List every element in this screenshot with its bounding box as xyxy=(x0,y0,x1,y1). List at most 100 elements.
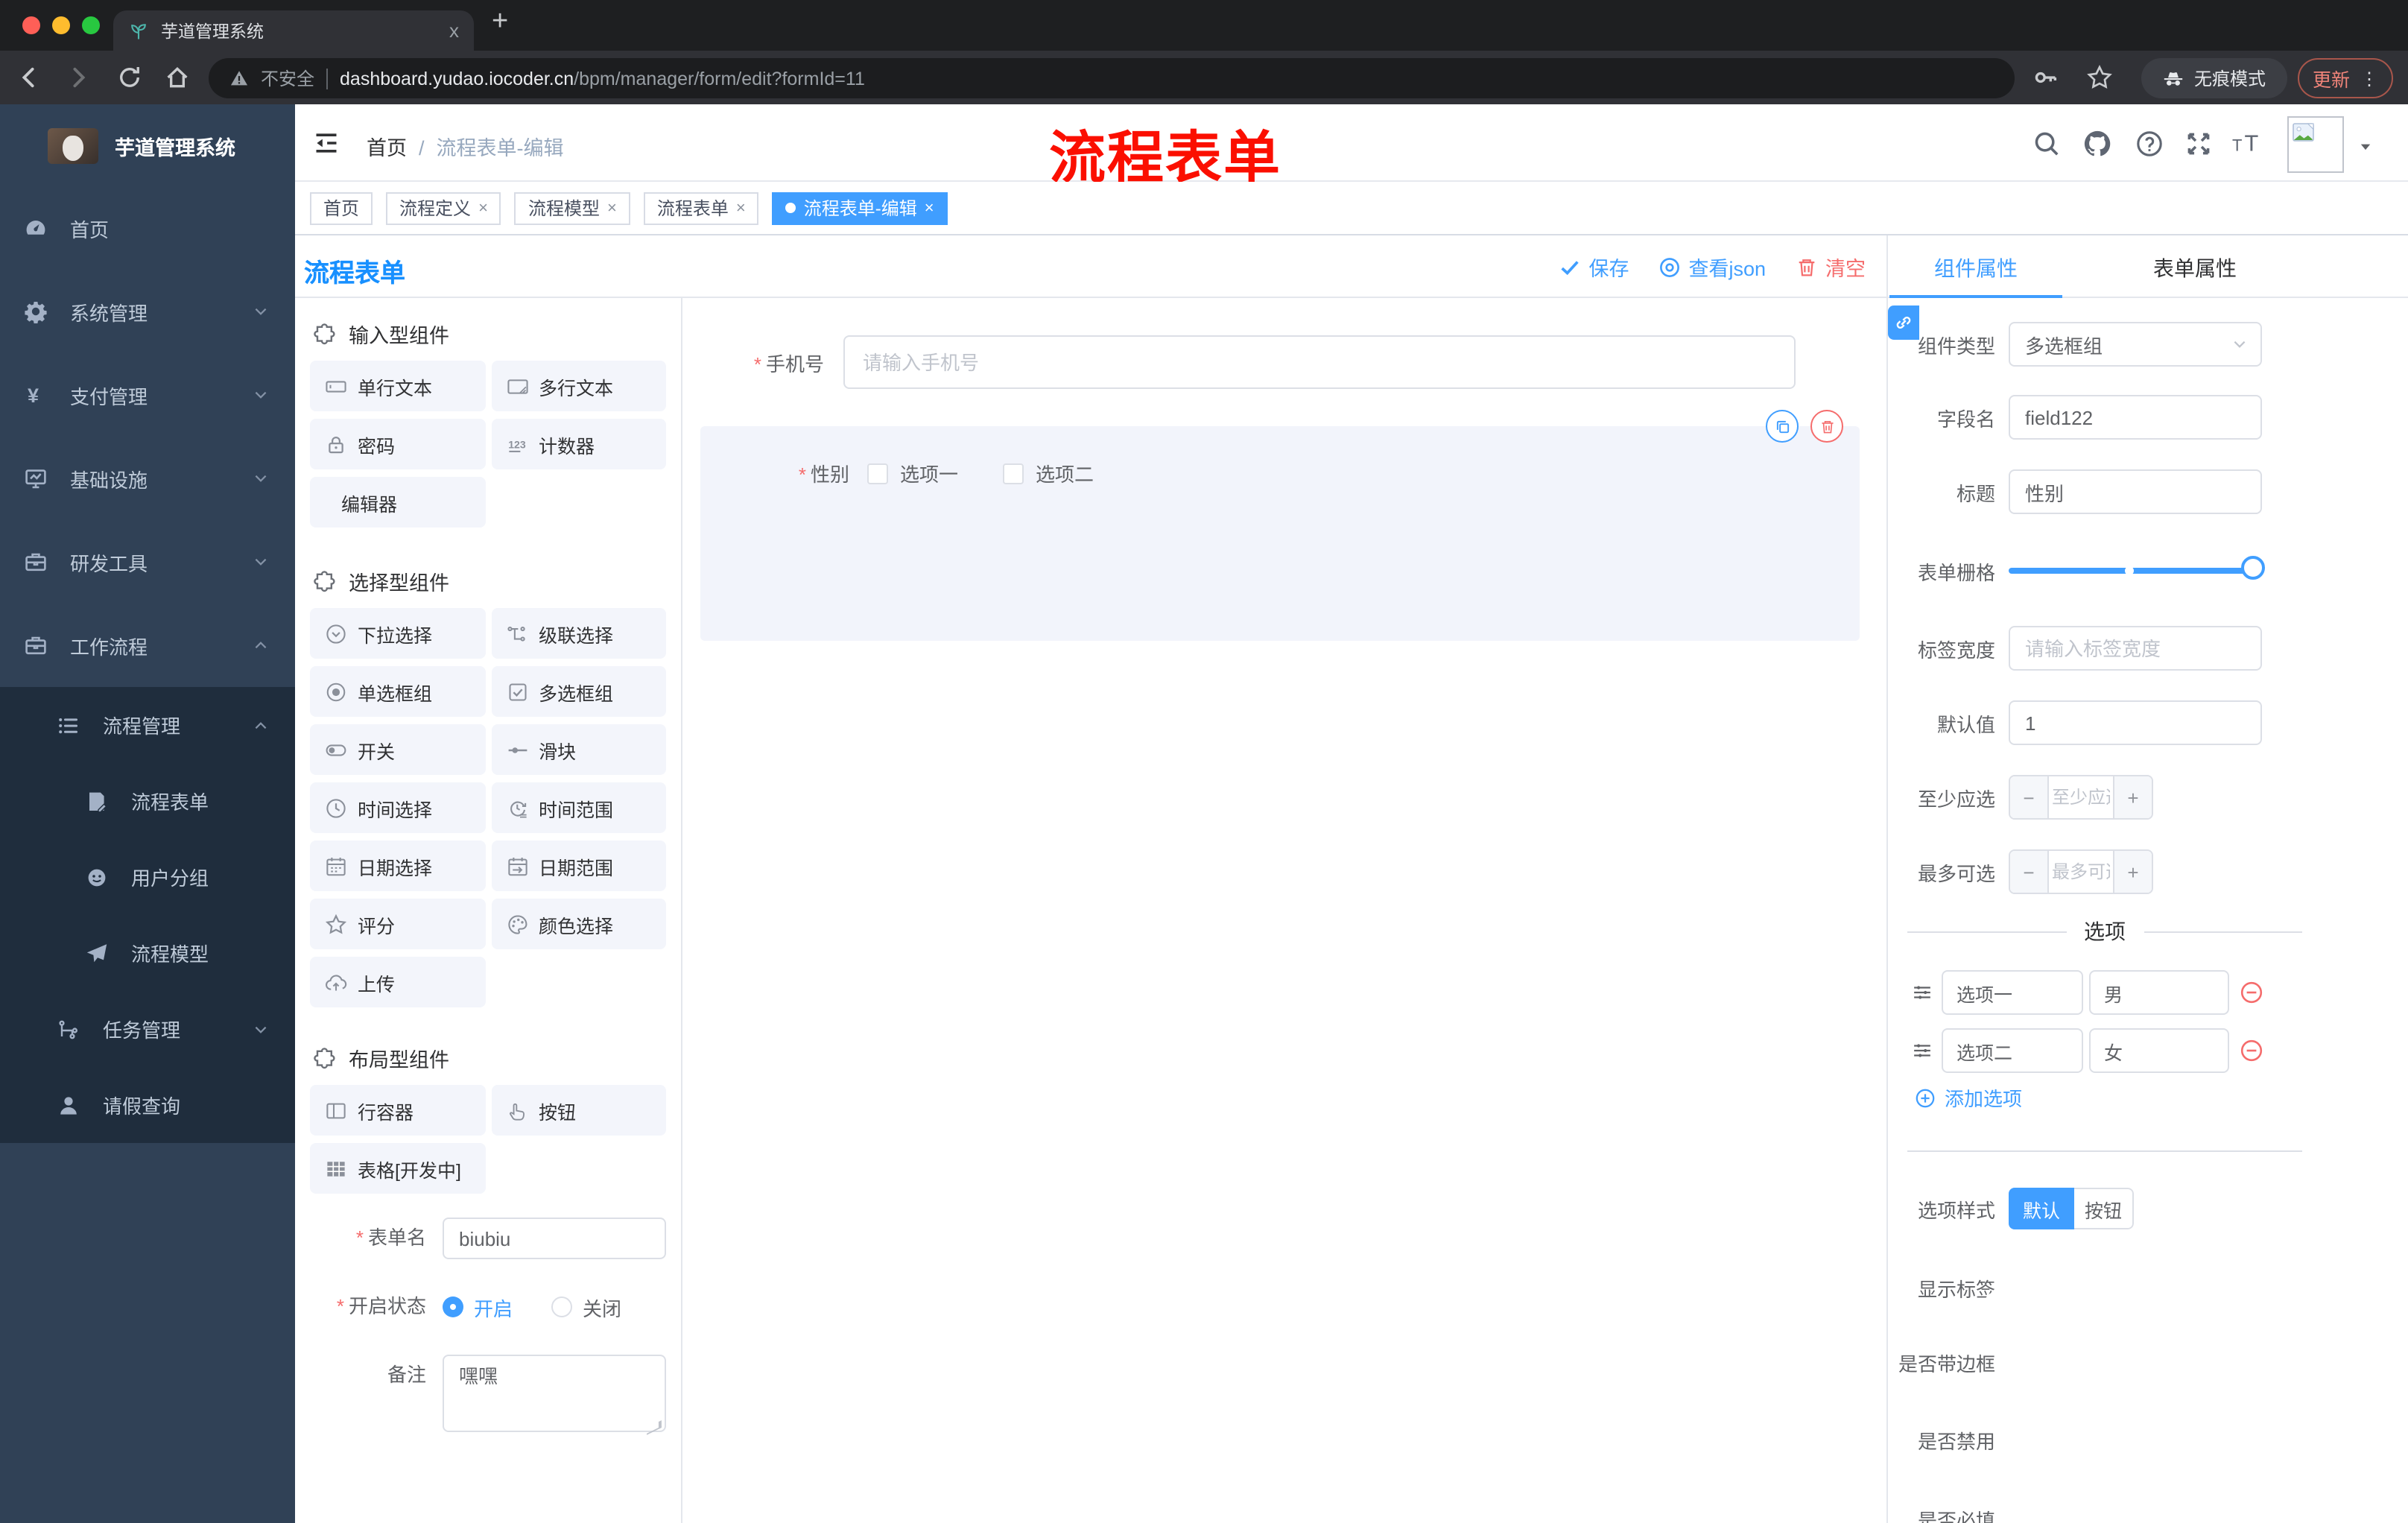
tag-close-icon[interactable]: × xyxy=(607,199,617,217)
palette-item-按钮[interactable]: 按钮 xyxy=(491,1085,666,1136)
url-bar[interactable]: 不安全 dashboard.yudao.iocoder.cn/bpm/manag… xyxy=(209,58,2015,98)
breadcrumb-home[interactable]: 首页 xyxy=(367,137,407,159)
avatar[interactable] xyxy=(2287,116,2344,173)
remark-textarea[interactable]: 嘿嘿 xyxy=(443,1355,666,1432)
sidebar-item-workflow[interactable]: 工作流程 xyxy=(0,604,295,687)
palette-item-单选框组[interactable]: 单选框组 xyxy=(310,666,485,717)
window-close-button[interactable] xyxy=(22,16,40,34)
phone-input[interactable] xyxy=(843,335,1796,389)
selected-component-block[interactable]: * 性别 选项一 选项二 xyxy=(700,410,1860,641)
drag-handle-icon[interactable] xyxy=(1912,1040,1933,1061)
option-label-input[interactable] xyxy=(1942,1028,2083,1073)
palette-item-密码[interactable]: 密码 xyxy=(310,419,485,469)
view-json-button[interactable]: 查看json xyxy=(1658,252,1766,282)
sidebar-item-devtools[interactable]: 研发工具 xyxy=(0,520,295,604)
minus-button[interactable]: − xyxy=(2010,851,2049,893)
help-icon[interactable] xyxy=(2135,130,2164,158)
tag-close-icon[interactable]: × xyxy=(736,199,746,217)
sidebar-item-task-mgmt[interactable]: 任务管理 xyxy=(0,991,295,1067)
status-radio-on[interactable]: 开启 xyxy=(443,1293,513,1321)
clear-button[interactable]: 清空 xyxy=(1796,252,1866,282)
max-select-input[interactable] xyxy=(2049,851,2113,893)
save-button[interactable]: 保存 xyxy=(1559,252,1629,282)
sidebar-item-process-mgmt[interactable]: 流程管理 xyxy=(0,687,295,763)
sidebar-item-infra[interactable]: 基础设施 xyxy=(0,437,295,520)
palette-item-日期选择[interactable]: 日期选择 xyxy=(310,840,485,891)
tag-流程定义[interactable]: 流程定义 × xyxy=(386,191,501,224)
sidebar-item-leave-query[interactable]: 请假查询 xyxy=(0,1067,295,1143)
title-input[interactable] xyxy=(2009,469,2262,514)
palette-item-下拉选择[interactable]: 下拉选择 xyxy=(310,608,485,659)
tag-首页[interactable]: 首页 xyxy=(310,191,373,224)
option-value-input[interactable] xyxy=(2089,970,2229,1015)
palette-item-编辑器[interactable]: 编辑器 xyxy=(310,477,485,528)
forward-icon[interactable] xyxy=(66,64,92,91)
sidebar-item-user-group[interactable]: 用户分组 xyxy=(0,839,295,915)
add-option-button[interactable]: 添加选项 xyxy=(1915,1083,2022,1112)
drag-handle-icon[interactable] xyxy=(1912,982,1933,1003)
option-style-button[interactable]: 按钮 xyxy=(2074,1188,2134,1229)
sidebar-collapse-icon[interactable] xyxy=(313,130,340,156)
palette-item-评分[interactable]: 评分 xyxy=(310,899,485,949)
checkbox-option-选项一[interactable]: 选项一 xyxy=(867,459,958,487)
palette-item-多行文本[interactable]: 多行文本 xyxy=(491,361,666,411)
copy-component-button[interactable] xyxy=(1766,410,1799,443)
font-size-icon[interactable]: TT xyxy=(2232,130,2265,158)
window-minimize-button[interactable] xyxy=(52,16,70,34)
field-name-input[interactable] xyxy=(2009,395,2262,440)
form-name-input[interactable] xyxy=(443,1218,666,1259)
fullscreen-icon[interactable] xyxy=(2184,130,2213,158)
min-select-input[interactable] xyxy=(2049,776,2113,818)
reload-icon[interactable] xyxy=(116,64,143,91)
palette-item-颜色选择[interactable]: 颜色选择 xyxy=(491,899,666,949)
palette-item-日期范围[interactable]: 日期范围 xyxy=(491,840,666,891)
label-width-input[interactable] xyxy=(2009,626,2262,671)
tag-close-icon[interactable]: × xyxy=(925,199,934,217)
status-radio-off[interactable]: 关闭 xyxy=(551,1293,621,1321)
palette-item-时间范围[interactable]: 时间范围 xyxy=(491,782,666,833)
tab-close-icon[interactable]: x xyxy=(449,19,459,42)
new-tab-button[interactable]: + xyxy=(492,6,508,39)
palette-item-上传[interactable]: 上传 xyxy=(310,957,485,1007)
update-button[interactable]: 更新 ⋮ xyxy=(2298,58,2393,98)
plus-button[interactable]: + xyxy=(2113,776,2152,818)
delete-component-button[interactable] xyxy=(1810,410,1843,443)
plus-button[interactable]: + xyxy=(2113,851,2152,893)
checkbox-option-选项二[interactable]: 选项二 xyxy=(1003,459,1094,487)
palette-item-计数器[interactable]: 123 计数器 xyxy=(491,419,666,469)
sidebar-item-home[interactable]: 首页 xyxy=(0,186,295,270)
grid-slider[interactable] xyxy=(2009,548,2265,593)
back-icon[interactable] xyxy=(15,64,42,91)
tag-流程表单-编辑[interactable]: 流程表单-编辑 × xyxy=(772,191,948,224)
sidebar-item-payment[interactable]: ¥ 支付管理 xyxy=(0,353,295,437)
option-label-input[interactable] xyxy=(1942,970,2083,1015)
slider-handle[interactable] xyxy=(2241,556,2265,580)
tab-component-props[interactable]: 组件属性 xyxy=(1934,253,2018,283)
tag-close-icon[interactable]: × xyxy=(478,199,488,217)
palette-item-单行文本[interactable]: 单行文本 xyxy=(310,361,485,411)
palette-item-行容器[interactable]: 行容器 xyxy=(310,1085,485,1136)
palette-item-开关[interactable]: 开关 xyxy=(310,724,485,775)
option-style-default[interactable]: 默认 xyxy=(2009,1188,2074,1229)
bookmark-star-icon[interactable] xyxy=(2086,64,2113,91)
sidebar-item-process-model[interactable]: 流程模型 xyxy=(0,915,295,991)
avatar-caret-icon[interactable] xyxy=(2357,139,2374,155)
option-value-input[interactable] xyxy=(2089,1028,2229,1073)
component-type-select[interactable]: 多选框组 xyxy=(2009,322,2262,367)
browser-tab[interactable]: 芋道管理系统 x xyxy=(113,10,474,51)
home-icon[interactable] xyxy=(164,64,191,91)
palette-item-滑块[interactable]: 滑块 xyxy=(491,724,666,775)
tag-流程表单[interactable]: 流程表单 × xyxy=(643,191,759,224)
palette-item-时间选择[interactable]: 时间选择 xyxy=(310,782,485,833)
github-icon[interactable] xyxy=(2083,130,2111,158)
remove-option-button[interactable] xyxy=(2240,1039,2263,1063)
remove-option-button[interactable] xyxy=(2240,981,2263,1004)
palette-item-级联选择[interactable]: 级联选择 xyxy=(491,608,666,659)
palette-item-表格[开发中][interactable]: 表格[开发中] xyxy=(310,1143,485,1194)
search-icon[interactable] xyxy=(2032,130,2061,158)
browser-menu-icon[interactable]: ⋮ xyxy=(2360,68,2378,89)
tab-form-props[interactable]: 表单属性 xyxy=(2153,253,2237,283)
password-key-icon[interactable] xyxy=(2032,64,2059,91)
window-zoom-button[interactable] xyxy=(82,16,100,34)
tag-流程模型[interactable]: 流程模型 × xyxy=(514,191,630,224)
